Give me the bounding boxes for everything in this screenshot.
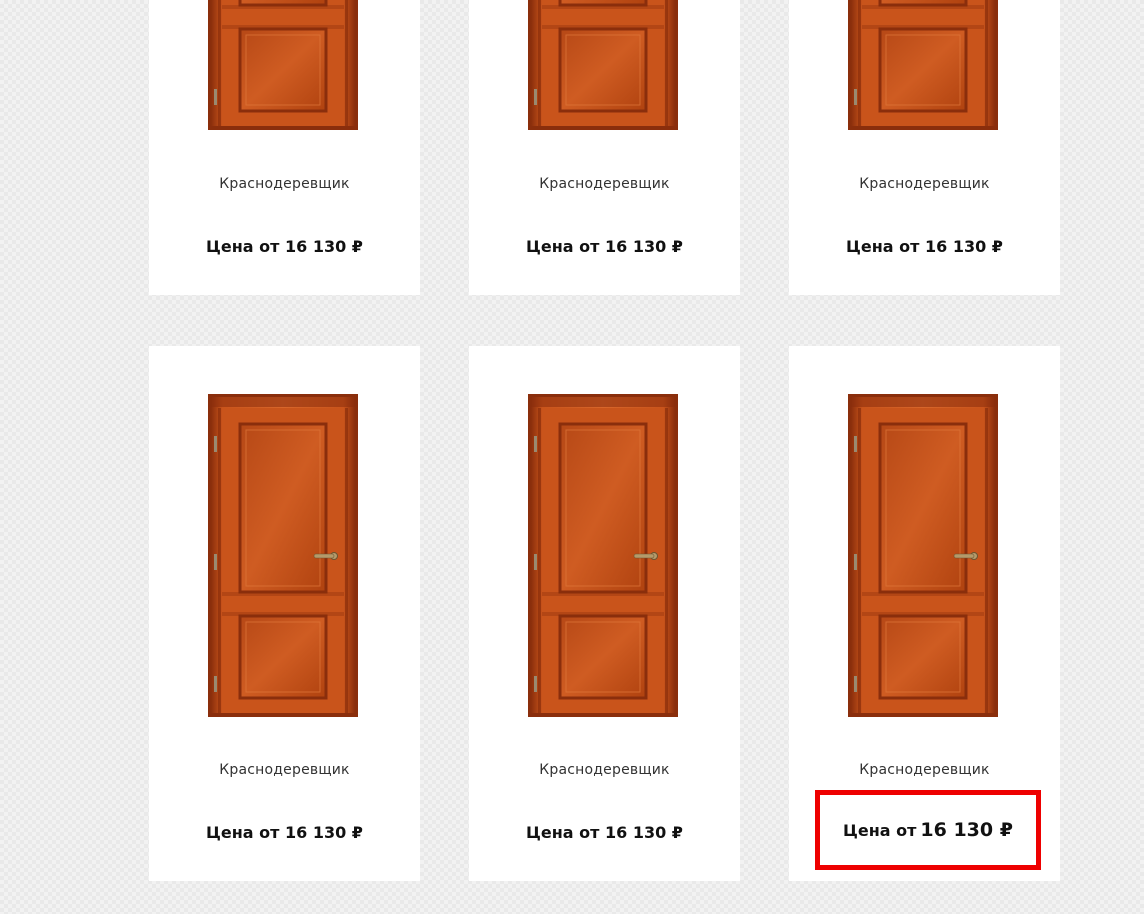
- product-card[interactable]: Краснодеревщик Цена от 16 130 ₽: [469, 346, 740, 881]
- door-image[interactable]: [528, 394, 678, 717]
- product-name[interactable]: Краснодеревщик: [149, 176, 420, 192]
- product-price: Цена от 16 130 ₽: [206, 823, 363, 842]
- price-amount: 16 130 ₽: [920, 819, 1013, 841]
- product-name[interactable]: Краснодеревщик: [789, 762, 1060, 778]
- product-price: Цена от 16 130 ₽: [526, 823, 683, 842]
- product-grid: Краснодеревщик Цена от 16 130 ₽ Красноде…: [0, 0, 1144, 914]
- door-image[interactable]: [208, 0, 358, 130]
- highlighted-price: Цена от 16 130 ₽: [815, 790, 1041, 870]
- product-name[interactable]: Краснодеревщик: [149, 762, 420, 778]
- product-price: Цена от 16 130 ₽: [526, 237, 683, 256]
- product-card[interactable]: Краснодеревщик Цена от 16 130 ₽: [469, 0, 740, 295]
- product-name[interactable]: Краснодеревщик: [469, 176, 740, 192]
- product-name[interactable]: Краснодеревщик: [469, 762, 740, 778]
- product-price: Цена от 16 130 ₽: [206, 237, 363, 256]
- price-prefix: Цена от: [843, 820, 917, 840]
- product-card[interactable]: Краснодеревщик Цена от 16 130 ₽: [149, 0, 420, 295]
- door-image[interactable]: [848, 0, 998, 130]
- product-card[interactable]: Краснодеревщик Цена от 16 130 ₽: [149, 346, 420, 881]
- product-name[interactable]: Краснодеревщик: [789, 176, 1060, 192]
- product-card[interactable]: Краснодеревщик Цена от 16 130 ₽: [789, 0, 1060, 295]
- product-price: Цена от 16 130 ₽: [846, 237, 1003, 256]
- door-image[interactable]: [528, 0, 678, 130]
- door-image[interactable]: [208, 394, 358, 717]
- door-image[interactable]: [848, 394, 998, 717]
